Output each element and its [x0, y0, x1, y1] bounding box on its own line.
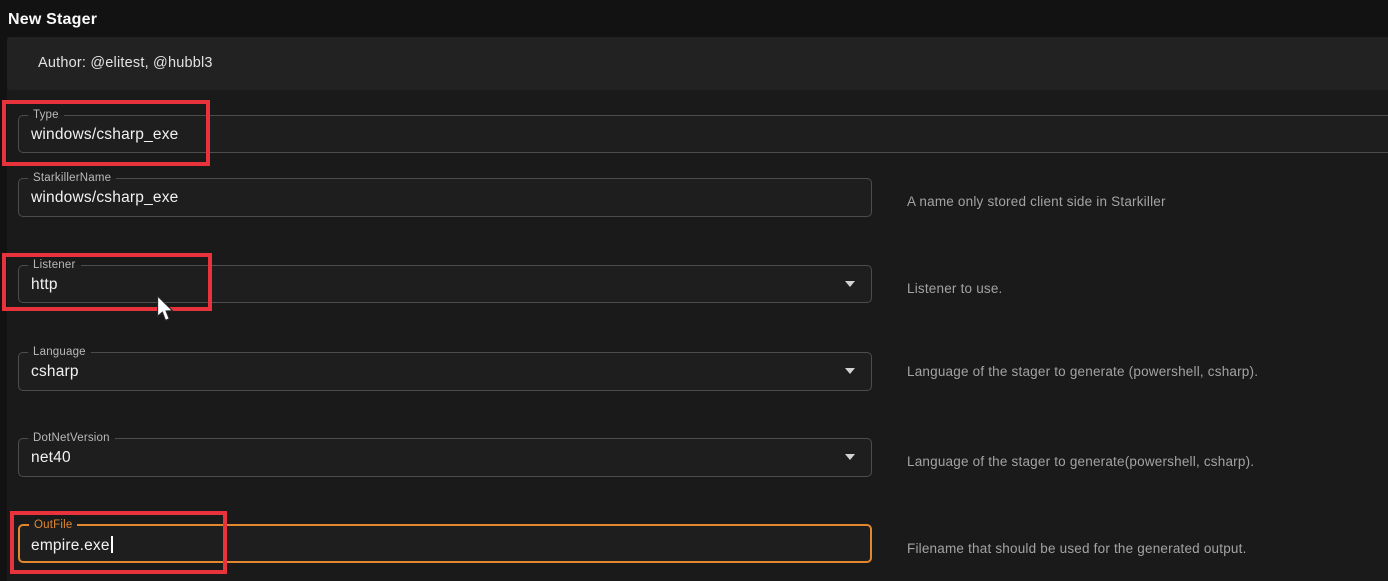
listener-select-label: Listener — [28, 258, 81, 272]
outfile-field[interactable]: OutFile empire.exe — [18, 518, 872, 563]
starkillername-field-label: StarkillerName — [28, 171, 116, 185]
type-field-label: Type — [28, 108, 64, 122]
dotnetversion-select-value: net40 — [31, 449, 71, 467]
starkillername-field-value: windows/csharp_exe — [31, 189, 178, 207]
language-select-label: Language — [28, 345, 91, 359]
outfile-field-label: OutFile — [29, 518, 77, 532]
dotnetversion-select-outline: DotNetVersion — [18, 431, 872, 477]
type-field-outline: Type — [18, 108, 1388, 153]
language-select-outline: Language — [18, 345, 872, 391]
outfile-field-outline: OutFile — [18, 518, 872, 563]
dotnetversion-description: Language of the stager to generate(power… — [907, 452, 1254, 472]
author-panel: Author: @elitest, @hubbl3 — [7, 37, 1388, 90]
outfile-description: Filename that should be used for the gen… — [907, 539, 1247, 559]
dropdown-arrow-icon[interactable] — [845, 454, 855, 460]
type-field[interactable]: Type windows/csharp_exe — [18, 108, 1388, 153]
dotnetversion-select-label: DotNetVersion — [28, 431, 115, 445]
starkillername-field[interactable]: StarkillerName windows/csharp_exe — [18, 171, 872, 217]
dropdown-arrow-icon[interactable] — [845, 281, 855, 287]
text-caret — [111, 536, 113, 553]
page-title: New Stager — [8, 11, 97, 29]
dotnetversion-select[interactable]: DotNetVersion net40 — [18, 431, 872, 477]
language-select-value: csharp — [31, 363, 79, 381]
type-field-value: windows/csharp_exe — [31, 126, 178, 144]
language-select[interactable]: Language csharp — [18, 345, 872, 391]
dropdown-arrow-icon[interactable] — [845, 368, 855, 374]
listener-select[interactable]: Listener http — [18, 258, 872, 303]
mouse-cursor-icon — [156, 296, 176, 324]
outfile-field-text: empire.exe — [31, 537, 110, 554]
listener-select-value: http — [31, 276, 58, 294]
author-text: Author: @elitest, @hubbl3 — [38, 37, 213, 90]
starkillername-description: A name only stored client side in Starki… — [907, 192, 1166, 212]
outfile-field-value: empire.exe — [31, 536, 113, 555]
listener-select-outline: Listener — [18, 258, 872, 303]
language-description: Language of the stager to generate (powe… — [907, 362, 1258, 382]
top-bar: New Stager — [0, 0, 1388, 36]
listener-description: Listener to use. — [907, 279, 1003, 299]
